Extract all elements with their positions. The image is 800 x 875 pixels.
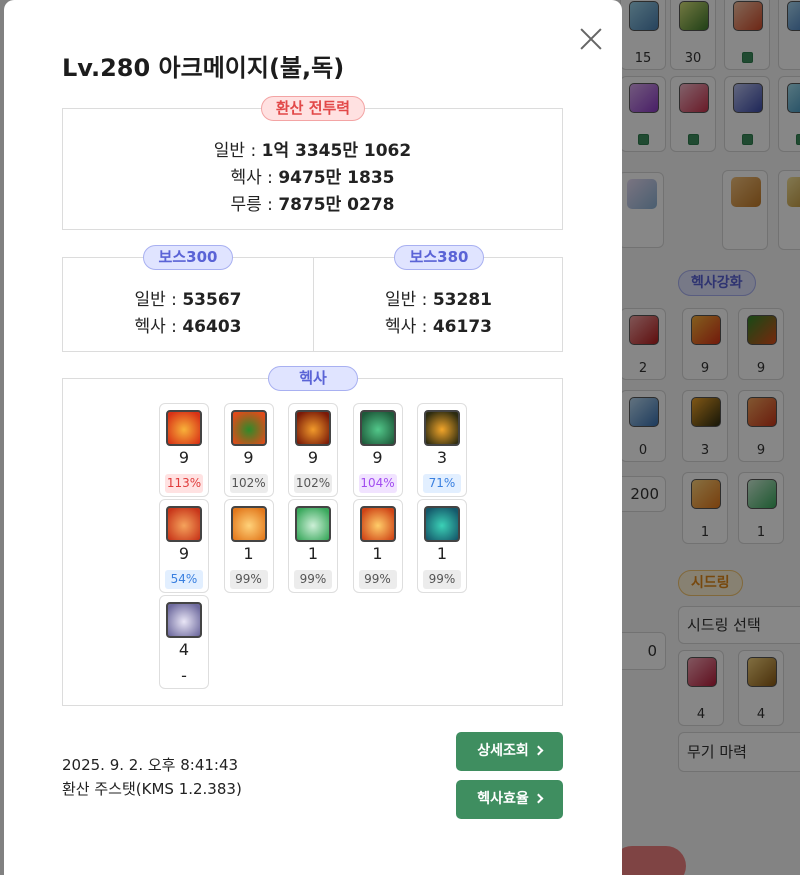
nature-rune-skill-icon [295,506,331,542]
hexa-skill-card[interactable]: 9 113% [159,403,209,497]
row-value: 9475만 1835 [278,168,395,188]
boss380-hexa-row: 헥사 : 46173 [314,312,563,337]
skill-level: 1 [243,544,254,563]
boss300-section: 보스300 일반 : 53567 헥사 : 46403 [63,245,313,351]
timestamp: 2025. 9. 2. 오후 8:41:43 [62,756,239,774]
row-value: 1억 3345만 1062 [261,141,412,161]
detail-view-button[interactable]: 상세조회 [456,732,563,771]
skill-level: 1 [436,544,448,563]
skill-level: 1 [307,544,319,563]
hexa-panel: 헥사 9 113% 9 102% 9 102% 9 104% 3 71% 9 54% 1 99% 1 99% 1… [62,366,563,706]
skill-efficiency-badge: 99% [358,570,397,589]
skill-level: 9 [178,544,190,563]
hexa-power-row: 헥사 : 9475만 1835 [63,163,562,188]
hexa-skill-card[interactable]: 1 99% [288,499,338,593]
hexa-skill-card[interactable]: 1 99% [417,499,467,593]
skill-level: 9 [243,448,254,467]
flame-skill-icon [166,410,202,446]
row-label: 헥사 : [385,317,433,337]
skill-efficiency-badge: 99% [229,570,268,589]
hexa-skill-card[interactable]: 9 102% [223,403,274,497]
row-label: 일반 : [134,290,183,310]
boss300-hexa-row: 헥사 : 46403 [63,312,313,337]
hexa-skill-card[interactable]: 1 99% [223,499,274,593]
row-value: 53567 [182,290,242,310]
row-value: 46403 [182,317,242,337]
hexa-skill-card[interactable]: 3 71% [417,403,467,497]
skill-level: 4 [178,640,190,659]
skill-level: 9 [178,448,190,467]
skill-efficiency-badge: - [181,666,187,685]
hexa-skill-card[interactable]: 9 104% [352,403,403,497]
gear-orb-skill-icon [166,602,202,638]
skill-efficiency-badge: 113% [165,474,203,493]
skill-level: 9 [307,448,319,467]
button-label: 상세조회 [477,743,529,759]
stat-note: 환산 주스탯(KMS 1.2.383) [62,780,242,798]
fire-burst-skill-icon [424,410,460,446]
hexa-skill-card[interactable]: 1 99% [352,499,403,593]
hexa-efficiency-button[interactable]: 헥사효율 [456,780,563,819]
boss300-badge: 보스300 [143,245,233,270]
fire-ring-skill-icon [230,506,267,542]
chevron-right-icon [533,793,544,804]
poison-orb-skill-icon [230,410,267,446]
skill-efficiency-badge: 99% [294,570,332,589]
close-icon[interactable] [578,26,604,52]
hexa-skill-card[interactable]: 9 102% [288,403,338,497]
flame-sphere-skill-icon [166,506,202,542]
boss380-section: 보스380 일반 : 53281 헥사 : 46173 [314,245,563,351]
converted-power-panel: 환산 전투력 일반 : 1억 3345만 1062 헥사 : 9475만 183… [62,96,563,230]
skill-level: 1 [372,544,383,563]
poison-mist-skill-icon [359,410,396,446]
button-label: 헥사효율 [477,791,529,807]
hexa-badge: 헥사 [268,366,358,391]
boss380-normal-row: 일반 : 53281 [314,285,563,310]
skill-efficiency-badge: 102% [294,474,332,493]
row-label: 일반 : [385,290,433,310]
row-label: 일반 : [213,141,262,161]
fire-demon-skill-icon [295,410,331,446]
normal-power-row: 일반 : 1억 3345만 1062 [63,136,562,161]
skill-efficiency-badge: 54% [165,570,203,589]
row-value: 7875만 0278 [278,195,395,215]
boss-panel: 보스300 일반 : 53567 헥사 : 46403 보스380 일반 : 5… [62,245,563,352]
result-modal: Lv.280 아크메이지(불,독) 환산 전투력 일반 : 1억 3345만 1… [4,0,622,875]
mureung-power-row: 무릉 : 7875만 0278 [63,190,562,215]
skill-level: 9 [372,448,383,467]
chevron-right-icon [533,745,544,756]
hexa-skill-card[interactable]: 4- [159,595,209,689]
boss380-badge: 보스380 [394,245,484,270]
boss300-normal-row: 일반 : 53567 [63,285,313,310]
modal-title: Lv.280 아크메이지(불,독) [62,54,345,82]
flame-wings-skill-icon [359,506,396,542]
row-value: 46173 [432,317,492,337]
row-label: 헥사 : [230,168,279,188]
row-label: 무릉 : [230,195,279,215]
skill-level: 3 [436,448,448,467]
venom-crystal-skill-icon [424,506,460,542]
skill-efficiency-badge: 71% [423,474,461,493]
hexa-skill-card[interactable]: 9 54% [159,499,209,593]
skill-efficiency-badge: 104% [358,474,397,493]
converted-power-badge: 환산 전투력 [261,96,365,121]
row-value: 53281 [432,290,492,310]
row-label: 헥사 : [134,317,183,337]
skill-efficiency-badge: 102% [229,474,268,493]
skill-efficiency-badge: 99% [423,570,461,589]
